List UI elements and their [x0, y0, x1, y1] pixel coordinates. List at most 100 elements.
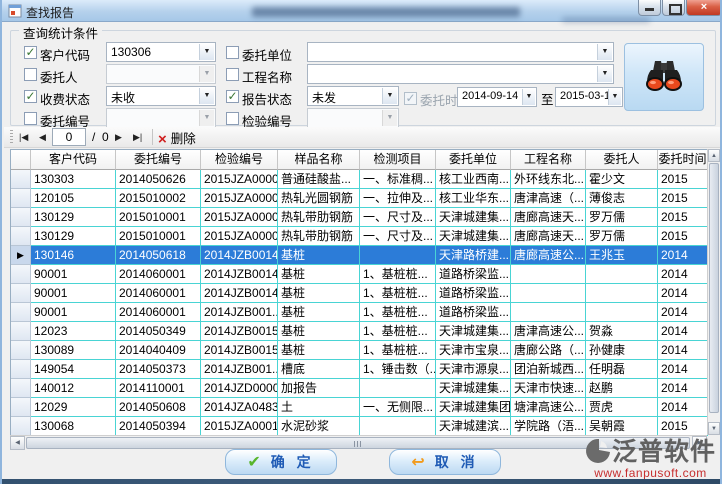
table-row[interactable]: 1202920140506082014JZA04834土一、无侧限...天津城建… [11, 398, 707, 417]
grid-cell[interactable]: 唐廊公路（... [511, 341, 586, 360]
chevron-down-icon[interactable]: ▼ [382, 88, 397, 104]
vertical-scroll-thumb[interactable] [709, 163, 719, 413]
grid-cell[interactable]: 赵鹏 [586, 379, 658, 398]
grid-cell[interactable]: 一、无侧限... [360, 398, 436, 417]
grid-cell[interactable]: 唐廊高速公... [511, 246, 586, 265]
grid-cell[interactable]: 1、锤击数（... [360, 360, 436, 379]
grid-cell[interactable]: 一、尺寸及... [360, 227, 436, 246]
record-index-input[interactable]: 0 [52, 128, 86, 146]
table-row[interactable]: 9000120140600012014JZB00148基桩1、基桩桩...道路桥… [11, 284, 707, 303]
grid-cell[interactable] [511, 284, 586, 303]
combo-检验编号[interactable]: ▼ [307, 108, 399, 128]
table-row[interactable]: 14001220141100012014JZD00001加报告天津城建集...天… [11, 379, 707, 398]
chevron-down-icon[interactable]: ▼ [597, 66, 612, 82]
grid-cell[interactable]: 任明磊 [586, 360, 658, 379]
grid-cell[interactable]: 槽底 [278, 360, 360, 379]
grid-cell[interactable]: 2015010002 [116, 189, 201, 208]
grid-cell[interactable]: 2014 [658, 360, 708, 379]
grid-cell[interactable]: 道路桥梁监... [436, 265, 511, 284]
grid-cell[interactable]: 罗万儒 [586, 208, 658, 227]
grid-cell[interactable]: 2015JZA00003 [201, 208, 278, 227]
chevron-down-icon[interactable]: ▼ [608, 89, 621, 105]
table-row[interactable]: 14905420140503732014JZB001...槽底1、锤击数（...… [11, 360, 707, 379]
scroll-left-icon[interactable]: ◀ [10, 436, 25, 450]
grid-cell[interactable]: 1、基桩桩... [360, 265, 436, 284]
date-picker-to[interactable]: 2015-03-14▼ [555, 87, 623, 107]
grid-cell[interactable]: 道路桥梁监... [436, 303, 511, 322]
grid-cell[interactable]: 2014JZB00150 [201, 322, 278, 341]
checkbox-检验编号[interactable] [226, 112, 239, 125]
grid-cell[interactable]: 12023 [31, 322, 116, 341]
checkbox-客户代码[interactable]: ✓ [24, 46, 37, 59]
column-header-客户代码[interactable]: 客户代码 [31, 150, 116, 170]
grid-cell[interactable] [511, 303, 586, 322]
grid-cell[interactable]: 2015 [658, 189, 708, 208]
grid-cell[interactable]: 王兆玉 [586, 246, 658, 265]
maximize-button[interactable] [662, 0, 685, 16]
grid-cell[interactable]: 核工业华东... [436, 189, 511, 208]
grid-cell[interactable]: 2014 [658, 322, 708, 341]
grid-cell[interactable]: 2014 [658, 284, 708, 303]
grid-cell[interactable]: 2014050618 [116, 246, 201, 265]
grid-cell[interactable]: 土 [278, 398, 360, 417]
grid-cell[interactable]: 130068 [31, 417, 116, 436]
grid-cell[interactable]: 90001 [31, 303, 116, 322]
grid-cell[interactable]: 2014050608 [116, 398, 201, 417]
previous-record-button[interactable]: ◀ [36, 129, 49, 145]
grid-cell[interactable] [360, 246, 436, 265]
grid-cell[interactable]: 基桩 [278, 322, 360, 341]
grid-cell[interactable]: 天津城建集... [436, 322, 511, 341]
grid-cell[interactable]: 2014060001 [116, 265, 201, 284]
grid-cell[interactable]: 2015 [658, 170, 708, 189]
combo-收费状态[interactable]: 未收▼ [106, 86, 216, 106]
scroll-up-icon[interactable]: ▲ [708, 149, 720, 162]
grid-cell[interactable]: 2014 [658, 398, 708, 417]
grid-cell[interactable]: 2015JZA00004 [201, 189, 278, 208]
grid-cell[interactable]: 2014050373 [116, 360, 201, 379]
checkbox-工程名称[interactable] [226, 68, 239, 81]
grid-cell[interactable]: 2014 [658, 265, 708, 284]
column-header-检验编号[interactable]: 检验编号 [201, 150, 278, 170]
table-row[interactable]: 1202320140503492014JZB00150基桩1、基桩桩...天津城… [11, 322, 707, 341]
grid-cell[interactable]: 普通硅酸盐... [278, 170, 360, 189]
grid-cell[interactable]: 一、标准稠... [360, 170, 436, 189]
grid-cell[interactable]: 基桩 [278, 341, 360, 360]
checkbox-委托单位[interactable] [226, 46, 239, 59]
grid-cell[interactable]: 2014JZD00001 [201, 379, 278, 398]
column-header-工程名称[interactable]: 工程名称 [511, 150, 586, 170]
grid-cell[interactable]: 基桩 [278, 284, 360, 303]
grid-cell[interactable]: 1、基桩桩... [360, 341, 436, 360]
grid-cell[interactable]: 天津城建集... [436, 208, 511, 227]
vertical-scrollbar[interactable]: ▲ ▼ [707, 149, 719, 435]
grid-cell[interactable]: 2014060001 [116, 303, 201, 322]
checkbox-委托人[interactable] [24, 68, 37, 81]
grid-cell[interactable]: 贾虎 [586, 398, 658, 417]
chevron-down-icon[interactable]: ▼ [199, 66, 214, 82]
grid-cell[interactable]: 2014JZB00148 [201, 284, 278, 303]
date-picker-from[interactable]: 2014-09-14▼ [457, 87, 537, 107]
grid-cell[interactable]: 天津市快速... [511, 379, 586, 398]
grid-cell[interactable]: 基桩 [278, 265, 360, 284]
grid-cell[interactable]: 2014JZA04834 [201, 398, 278, 417]
grid-cell[interactable]: 热轧带肋钢筋 [278, 208, 360, 227]
cancel-button[interactable]: ↩ 取 消 [389, 449, 501, 475]
grid-cell[interactable]: 水泥砂浆 [278, 417, 360, 436]
table-row[interactable]: 13012920150100012015JZA00005热轧带肋钢筋一、尺寸及.… [11, 227, 707, 246]
grid-cell[interactable]: 90001 [31, 284, 116, 303]
grid-cell[interactable]: 12029 [31, 398, 116, 417]
table-row[interactable]: 12010520150100022015JZA00004热轧光圆钢筋一、拉伸及.… [11, 189, 707, 208]
grid-cell[interactable]: 2014JZB00151 [201, 341, 278, 360]
grid-cell[interactable]: 唐廊高速天... [511, 227, 586, 246]
combo-委托编号[interactable]: ▼ [106, 108, 216, 128]
grid-cell[interactable]: 130089 [31, 341, 116, 360]
chevron-down-icon[interactable]: ▼ [597, 44, 612, 60]
grid-cell[interactable]: 热轧带肋钢筋 [278, 227, 360, 246]
grid-cell[interactable]: 2014 [658, 246, 708, 265]
grid-cell[interactable]: 140012 [31, 379, 116, 398]
grid-cell[interactable] [511, 265, 586, 284]
chevron-down-icon[interactable]: ▼ [522, 89, 535, 105]
chevron-down-icon[interactable]: ▼ [199, 44, 214, 60]
column-header-委托单位[interactable]: 委托单位 [436, 150, 511, 170]
minimize-button[interactable] [638, 0, 661, 16]
grid-cell[interactable]: 天津市源泉... [436, 360, 511, 379]
